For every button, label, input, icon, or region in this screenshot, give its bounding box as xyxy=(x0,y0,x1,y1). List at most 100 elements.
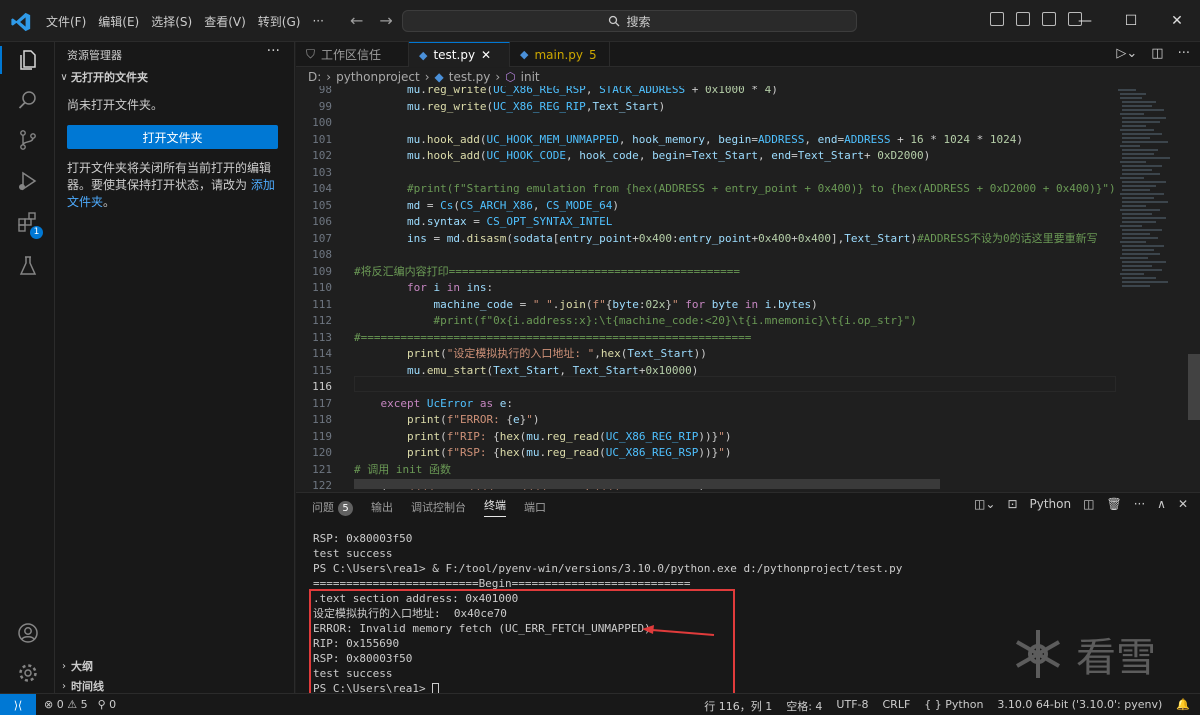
menu-more-icon[interactable]: ··· xyxy=(306,14,329,28)
breadcrumb: D: › pythonproject › ◆ test.py › ⬡ init xyxy=(296,68,1200,86)
maximize-icon[interactable]: ☐ xyxy=(1108,0,1154,42)
code-line: 115 mu.emu_start(Text_Start, Text_Start+… xyxy=(296,363,1116,380)
menu-view[interactable]: 查看(V) xyxy=(198,13,252,30)
close-tab-icon[interactable]: ✕ xyxy=(481,48,491,62)
snowflake-logo-icon xyxy=(1016,630,1060,678)
code-text: machine_code = " ".join(f"{byte:02x}" fo… xyxy=(433,297,818,311)
chevron-down-icon: ∨ xyxy=(60,71,68,83)
vertical-scrollbar[interactable] xyxy=(1188,354,1200,420)
tab-label: main.py xyxy=(534,47,583,62)
open-folder-button[interactable]: 打开文件夹 xyxy=(67,125,278,149)
more-actions-icon[interactable]: ··· xyxy=(267,43,280,59)
testing-icon[interactable] xyxy=(14,252,42,280)
run-debug-icon[interactable] xyxy=(14,167,42,195)
code-line: 116 xyxy=(296,379,1116,396)
line-number: 99 xyxy=(318,99,332,113)
run-icon[interactable]: ▷⌄ xyxy=(1116,46,1137,61)
tab-ports[interactable]: 端口 xyxy=(524,499,546,515)
tab-output[interactable]: 输出 xyxy=(371,499,393,515)
end-of-line[interactable]: CRLF xyxy=(883,698,911,714)
minimap[interactable] xyxy=(1116,86,1186,490)
line-number: 104 xyxy=(312,182,332,195)
split-terminal-icon[interactable]: ◫⌄ xyxy=(974,497,995,511)
status-right: 行 116，列 1 空格: 4 UTF-8 CRLF { } Python 3.… xyxy=(704,698,1190,714)
breadcrumb-folder[interactable]: pythonproject xyxy=(336,70,420,84)
tab-problems[interactable]: 问题 5 xyxy=(312,499,353,516)
code-editor[interactable]: 98 mu.reg_write(UC_X86_REG_RSP, STACK_AD… xyxy=(296,86,1200,490)
line-number: 103 xyxy=(312,165,332,179)
editor-tabs: ⛉ 工作区信任 ◆ test.py ✕ ◆ main.py 5 ▷⌄ ◫ ··· xyxy=(296,42,1200,67)
trash-icon[interactable]: 🗑 xyxy=(1106,497,1121,511)
remote-indicator-icon[interactable]: ⟩⟨ xyxy=(0,694,36,715)
split-editor-icon[interactable]: ◫ xyxy=(1151,46,1163,61)
source-control-icon[interactable] xyxy=(14,126,42,154)
python-interpreter[interactable]: 3.10.0 64-bit ('3.10.0': pyenv) xyxy=(997,698,1162,714)
code-line: 104 #print(f"Starting emulation from {he… xyxy=(296,181,1116,198)
explorer-sidebar: 资源管理器 ··· ∨ 无打开的文件夹 尚未打开文件夹。 打开文件夹 打开文件夹… xyxy=(55,42,295,693)
more-actions-icon[interactable]: ··· xyxy=(1178,46,1190,61)
code-text: #将反汇编内容打印===============================… xyxy=(354,264,741,278)
forward-arrow-icon[interactable]: → xyxy=(379,11,392,30)
breadcrumb-symbol[interactable]: init xyxy=(521,70,540,84)
menu-file[interactable]: 文件(F) xyxy=(40,13,92,30)
split-icon[interactable]: ◫ xyxy=(1083,497,1094,511)
settings-gear-icon[interactable] xyxy=(14,659,42,687)
cursor-position[interactable]: 行 116，列 1 xyxy=(704,698,772,714)
close-icon[interactable]: ✕ xyxy=(1154,0,1200,42)
tab-label: test.py xyxy=(433,48,476,62)
code-text: print(f"RIP: {hex(mu.reg_read(UC_X86_REG… xyxy=(406,429,732,443)
code-line: 107 ins = md.disasm(sodata[entry_point+0… xyxy=(296,231,1116,248)
terminal-line: PS C:\Users\rea1> & F:/tool/pyenv-win/ve… xyxy=(313,561,1193,576)
line-number: 100 xyxy=(312,116,332,129)
search-label: 搜索 xyxy=(626,14,651,29)
tab-problem-count: 5 xyxy=(588,47,597,62)
ports-status[interactable]: ⚲ 0 xyxy=(98,698,117,711)
terminal-type-label[interactable]: Python xyxy=(1030,497,1072,511)
breadcrumb-drive[interactable]: D: xyxy=(308,70,321,84)
toggle-sidebar-icon[interactable] xyxy=(990,12,1004,26)
toggle-secondary-sidebar-icon[interactable] xyxy=(1042,12,1056,26)
code-text: # 调用 init 函数 xyxy=(354,462,451,476)
horizontal-scrollbar[interactable] xyxy=(354,479,940,489)
nav-arrows: ← → xyxy=(350,11,393,30)
symbol-method-icon: ⬡ xyxy=(505,70,516,84)
account-icon[interactable] xyxy=(14,619,42,647)
toggle-panel-icon[interactable] xyxy=(1016,12,1030,26)
language-mode[interactable]: { } Python xyxy=(924,698,983,714)
annotation-arrow-icon xyxy=(642,625,715,636)
code-text: mu.hook_add(UC_HOOK_CODE, hook_code, beg… xyxy=(406,149,931,162)
tab-label: 工作区信任 xyxy=(321,48,382,62)
tab-debug-console[interactable]: 调试控制台 xyxy=(411,499,466,515)
language-label: Python xyxy=(945,698,984,711)
code-text: mu.hook_add(UC_HOOK_MEM_UNMAPPED, hook_m… xyxy=(406,132,1023,146)
menu-go[interactable]: 转到(G) xyxy=(252,13,307,30)
active-indicator xyxy=(0,46,2,74)
code-line: 121 # 调用 init 函数 xyxy=(296,462,1116,479)
minimize-icon[interactable]: — xyxy=(1062,0,1108,42)
indentation[interactable]: 空格: 4 xyxy=(786,698,822,714)
command-center-search[interactable]: 搜索 xyxy=(402,10,857,32)
menu-selection[interactable]: 选择(S) xyxy=(145,13,198,30)
code-line: 111 machine_code = " ".join(f"{byte:02x}… xyxy=(296,297,1116,314)
back-arrow-icon[interactable]: ← xyxy=(350,11,363,30)
menu-edit[interactable]: 编辑(E) xyxy=(92,13,145,30)
more-actions-icon[interactable]: ··· xyxy=(1134,497,1145,511)
problems-status[interactable]: ⊗ 0 ⚠ 5 xyxy=(44,698,88,711)
close-panel-icon[interactable]: ✕ xyxy=(1178,497,1188,511)
breadcrumb-file[interactable]: test.py xyxy=(449,70,491,84)
no-folder-section-header[interactable]: ∨ 无打开的文件夹 xyxy=(55,66,295,88)
tab-workspace-trust[interactable]: ⛉ 工作区信任 xyxy=(296,42,409,67)
tab-test-py[interactable]: ◆ test.py ✕ xyxy=(409,42,510,67)
explorer-icon[interactable] xyxy=(14,46,42,74)
encoding[interactable]: UTF-8 xyxy=(836,698,868,714)
tab-terminal[interactable]: 终端 xyxy=(484,497,506,517)
line-number: 107 xyxy=(312,231,332,245)
code-text: #=======================================… xyxy=(354,330,752,344)
tab-main-py[interactable]: ◆ main.py 5 xyxy=(510,42,610,67)
outline-section-header[interactable]: › 大纲 xyxy=(55,655,295,677)
menu-bar: 文件(F) 编辑(E) 选择(S) 查看(V) 转到(G) ··· xyxy=(40,0,330,42)
search-icon[interactable] xyxy=(14,86,42,114)
code-line: 120 print(f"RSP: {hex(mu.reg_read(UC_X86… xyxy=(296,445,1116,462)
notifications-bell-icon[interactable]: 🔔 xyxy=(1176,698,1190,714)
maximize-panel-icon[interactable]: ∧ xyxy=(1157,497,1166,511)
